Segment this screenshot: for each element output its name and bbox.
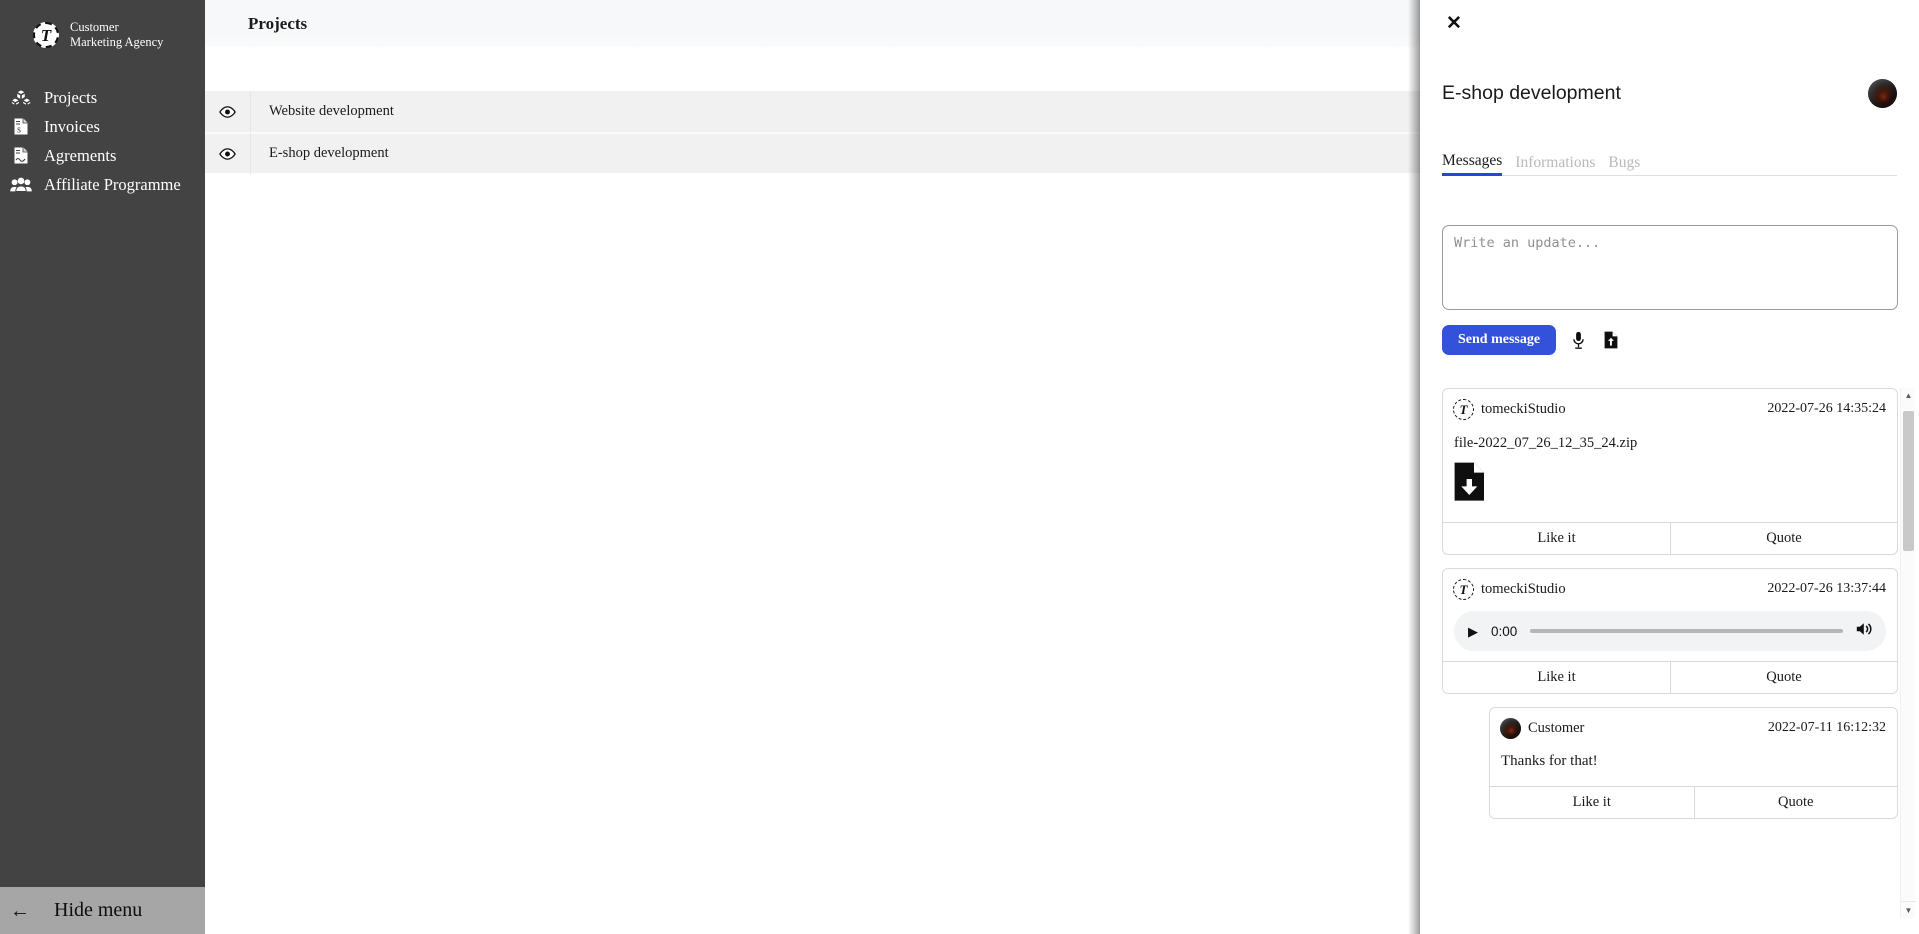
- message-author: tomeckiStudio: [1481, 400, 1566, 417]
- message-body: Thanks for that!: [1490, 740, 1897, 786]
- message-body: file-2022_07_26_12_35_24.zip: [1443, 421, 1897, 522]
- message-card: Customer 2022-07-11 16:12:32 Thanks for …: [1489, 707, 1898, 819]
- message-input[interactable]: [1442, 225, 1898, 310]
- sidebar-nav: Projects $ Invoices Agrements Affiliate …: [0, 83, 205, 199]
- message-actions: Like it Quote: [1443, 522, 1897, 554]
- hide-menu-label: Hide menu: [54, 899, 143, 921]
- message-card: T tomeckiStudio 2022-07-26 14:35:24 file…: [1442, 388, 1898, 555]
- quote-button[interactable]: Quote: [1670, 523, 1897, 554]
- volume-icon[interactable]: [1856, 622, 1872, 640]
- users-group-icon: [10, 175, 32, 195]
- project-name[interactable]: E-shop development: [251, 145, 389, 162]
- eye-icon[interactable]: [205, 133, 251, 174]
- sidebar-item-label: Invoices: [44, 116, 100, 136]
- tab-bugs[interactable]: Bugs: [1608, 154, 1640, 176]
- message-actions: Like it Quote: [1490, 786, 1897, 818]
- boxes-icon: [10, 88, 32, 108]
- audio-current-time: 0:00: [1491, 623, 1518, 639]
- panel-title: E-shop development: [1442, 81, 1621, 104]
- panel-titlebar: E-shop development: [1420, 70, 1919, 116]
- messages-list[interactable]: T tomeckiStudio 2022-07-26 14:35:24 file…: [1442, 388, 1898, 918]
- sidebar-item-label: Projects: [44, 87, 98, 107]
- attachment-filename: file-2022_07_26_12_35_24.zip: [1454, 435, 1638, 451]
- arrow-left-icon: ←: [10, 899, 30, 922]
- avatar: [1500, 717, 1521, 739]
- message-timestamp: 2022-07-26 14:35:24: [1767, 401, 1886, 416]
- message-timestamp: 2022-07-11 16:12:32: [1767, 720, 1886, 735]
- messages-scrollbar[interactable]: ▲ ▼: [1900, 388, 1916, 918]
- quote-button[interactable]: Quote: [1693, 787, 1898, 818]
- message-header: T tomeckiStudio 2022-07-26 13:37:44: [1443, 569, 1897, 601]
- message-actions: Like it Quote: [1443, 661, 1897, 693]
- message-timestamp: 2022-07-26 13:37:44: [1767, 581, 1886, 596]
- brand-line-1: Customer: [70, 20, 119, 34]
- message-header: Customer 2022-07-11 16:12:32: [1490, 708, 1897, 740]
- app-root: T Customer Marketing Agency Projects $ I…: [0, 0, 1919, 934]
- quote-button[interactable]: Quote: [1670, 662, 1897, 693]
- sidebar-item-projects[interactable]: Projects: [0, 83, 205, 112]
- message-text: Thanks for that!: [1501, 753, 1598, 769]
- brand-logo-icon: T: [33, 22, 59, 48]
- avatar[interactable]: [1868, 78, 1897, 108]
- scroll-down-arrow-icon[interactable]: ▼: [1901, 903, 1916, 918]
- message-author-group: T tomeckiStudio: [1453, 398, 1566, 420]
- message-header: T tomeckiStudio 2022-07-26 14:35:24: [1443, 389, 1897, 421]
- panel-tabs: Messages Informations Bugs: [1442, 150, 1897, 176]
- panel-shadow: [1408, 0, 1420, 934]
- play-icon[interactable]: ▶: [1468, 625, 1478, 638]
- scroll-up-arrow-icon[interactable]: ▲: [1901, 388, 1916, 403]
- scrollbar-thumb[interactable]: [1903, 411, 1914, 551]
- studio-logo-icon: T: [1453, 578, 1474, 600]
- file-upload-icon[interactable]: [1600, 328, 1622, 352]
- like-it-button[interactable]: Like it: [1443, 662, 1670, 693]
- like-it-button[interactable]: Like it: [1490, 787, 1694, 818]
- message-author-group: T tomeckiStudio: [1453, 578, 1566, 600]
- studio-logo-letter: T: [1459, 401, 1468, 417]
- message-author: tomeckiStudio: [1481, 580, 1566, 597]
- eye-icon[interactable]: [205, 91, 251, 132]
- brand[interactable]: T Customer Marketing Agency: [0, 0, 205, 58]
- project-detail-panel: ✕ E-shop development Messages Informatio…: [1420, 0, 1919, 934]
- tab-messages[interactable]: Messages: [1442, 152, 1503, 176]
- sidebar-item-invoices[interactable]: $ Invoices: [0, 112, 205, 141]
- agreement-document-icon: [10, 146, 32, 166]
- audio-progress-slider[interactable]: [1530, 629, 1843, 633]
- message-body: ▶ 0:00: [1443, 601, 1897, 661]
- tab-informations[interactable]: Informations: [1515, 154, 1595, 176]
- sidebar: T Customer Marketing Agency Projects $ I…: [0, 0, 205, 934]
- brand-logo-letter: T: [40, 25, 52, 45]
- project-name[interactable]: Website development: [251, 103, 394, 120]
- sidebar-item-affiliate-programme[interactable]: Affiliate Programme: [0, 170, 205, 199]
- studio-logo-icon: T: [1453, 398, 1474, 420]
- composer-actions: Send message: [1442, 325, 1898, 355]
- svg-text:$: $: [17, 126, 21, 135]
- message-author: Customer: [1528, 719, 1585, 736]
- audio-player[interactable]: ▶ 0:00: [1454, 611, 1886, 651]
- message-composer: Send message: [1442, 225, 1898, 355]
- invoice-document-icon: $: [10, 117, 32, 137]
- send-message-button[interactable]: Send message: [1442, 325, 1557, 355]
- file-download-icon[interactable]: [1454, 462, 1485, 506]
- brand-line-2: Marketing Agency: [70, 35, 164, 49]
- close-icon[interactable]: ✕: [1446, 14, 1462, 33]
- like-it-button[interactable]: Like it: [1443, 523, 1670, 554]
- brand-text: Customer Marketing Agency: [70, 20, 163, 50]
- sidebar-item-label: Affiliate Programme: [44, 174, 181, 194]
- message-author-group: Customer: [1500, 717, 1585, 739]
- studio-logo-letter: T: [1459, 581, 1468, 597]
- message-card: T tomeckiStudio 2022-07-26 13:37:44 ▶ 0:…: [1442, 568, 1898, 694]
- scrollbar-divider: [1901, 901, 1916, 902]
- sidebar-item-agrements[interactable]: Agrements: [0, 141, 205, 170]
- page-title: Projects: [248, 13, 308, 33]
- sidebar-item-label: Agrements: [44, 145, 117, 165]
- microphone-icon[interactable]: [1567, 328, 1589, 352]
- hide-menu-button[interactable]: ← Hide menu: [0, 887, 205, 934]
